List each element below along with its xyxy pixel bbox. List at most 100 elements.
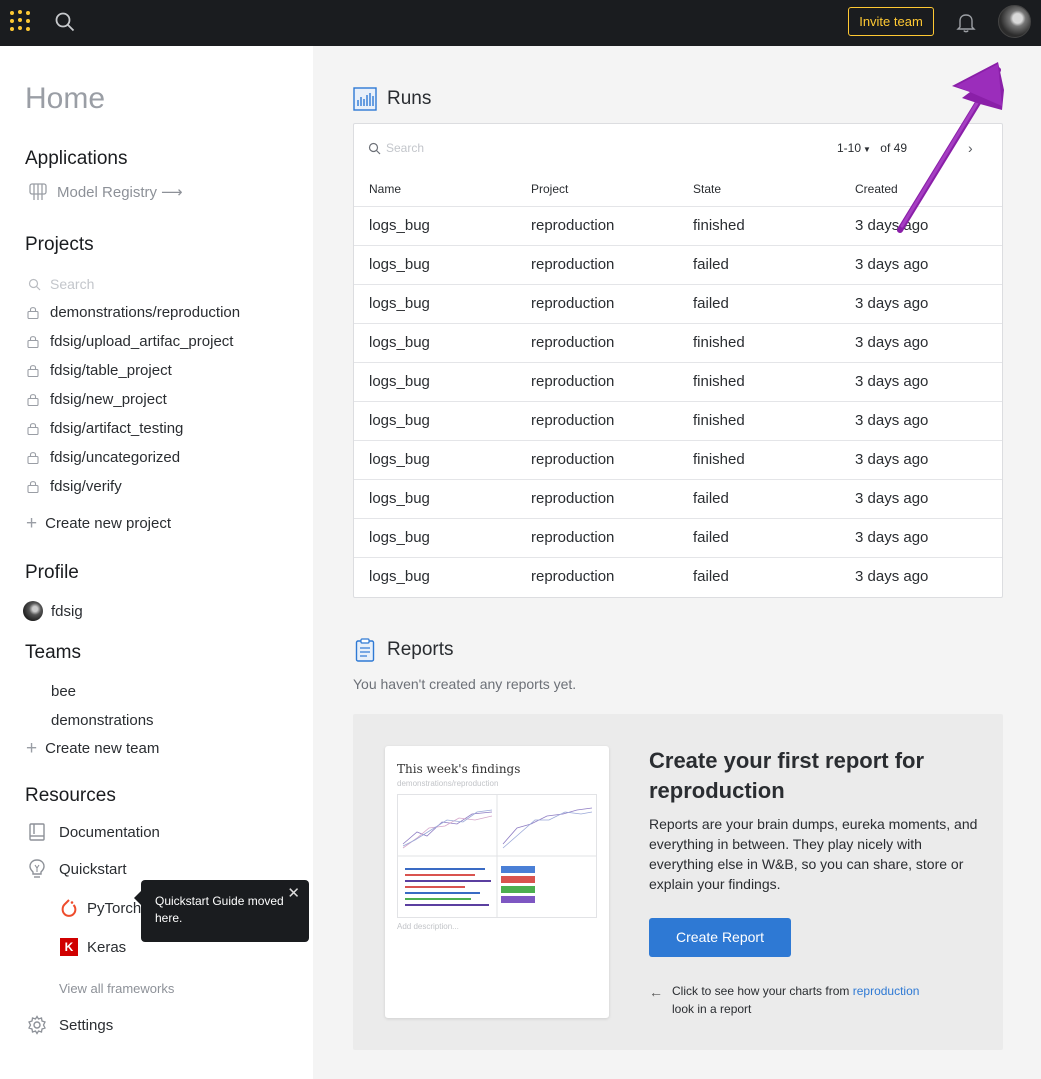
table-row[interactable]: logs_bug reproduction failed 3 days ago	[354, 558, 1002, 597]
quickstart-tooltip: Quickstart Guide moved here. ✕	[134, 880, 309, 942]
settings-link[interactable]: Settings	[27, 1015, 113, 1035]
lightbulb-icon	[29, 859, 45, 878]
runs-search-placeholder: Search	[386, 141, 425, 155]
run-name[interactable]: logs_bug	[369, 451, 430, 468]
project-item[interactable]: fdsig/uncategorized	[27, 449, 180, 466]
projects-heading: Projects	[25, 234, 94, 255]
create-project-label: Create new project	[45, 515, 172, 532]
run-state: finished	[693, 373, 745, 390]
column-header[interactable]: Project	[531, 182, 568, 196]
project-name: fdsig/upload_artifac_project	[50, 333, 234, 350]
arrow-left-icon: ←	[649, 984, 663, 1000]
column-header[interactable]: Name	[369, 182, 401, 196]
search-icon	[28, 278, 41, 290]
keras-link[interactable]: K Keras	[60, 938, 126, 956]
quickstart-link[interactable]: Quickstart	[27, 858, 127, 880]
settings-label: Settings	[59, 1016, 114, 1034]
next-page-button[interactable]: ›	[968, 140, 973, 156]
runs-heading: Runs	[387, 88, 432, 109]
run-state: finished	[693, 217, 745, 234]
project-item[interactable]: fdsig/verify	[27, 478, 122, 495]
table-row[interactable]: logs_bug reproduction failed 3 days ago	[354, 285, 1002, 324]
column-header[interactable]: State	[693, 182, 721, 196]
invite-team-button[interactable]: Invite team	[848, 7, 934, 36]
project-item[interactable]: fdsig/artifact_testing	[27, 420, 183, 437]
documentation-link[interactable]: Documentation	[27, 822, 160, 842]
caret-down-icon: ▼	[863, 145, 871, 154]
run-name[interactable]: logs_bug	[369, 490, 430, 507]
pytorch-icon	[61, 899, 77, 917]
table-row[interactable]: logs_bug reproduction failed 3 days ago	[354, 246, 1002, 285]
project-link[interactable]: reproduction	[853, 984, 920, 998]
lock-icon	[27, 394, 39, 406]
run-name[interactable]: logs_bug	[369, 412, 430, 429]
lock-icon	[27, 481, 39, 493]
page-range-dropdown[interactable]: 1-10 ▼	[837, 141, 871, 155]
team-item[interactable]: bee	[51, 683, 76, 700]
model-registry-label: Model Registry	[57, 183, 158, 201]
bell-icon[interactable]	[955, 11, 977, 33]
create-new-team-button[interactable]: + Create new team	[26, 738, 159, 759]
view-all-frameworks-link[interactable]: View all frameworks	[59, 981, 174, 996]
runs-search-input[interactable]: Search	[368, 141, 424, 155]
plus-icon: +	[26, 738, 38, 759]
table-row[interactable]: logs_bug reproduction finished 3 days ago	[354, 402, 1002, 441]
run-name[interactable]: logs_bug	[369, 529, 430, 546]
create-report-card: This week's findings demonstrations/repr…	[353, 714, 1003, 1050]
documentation-label: Documentation	[59, 823, 160, 841]
lock-icon	[27, 307, 39, 319]
project-item[interactable]: fdsig/upload_artifac_project	[27, 333, 233, 350]
runs-table: Search 1-10 ▼ of 49 › Name Project State …	[353, 123, 1003, 598]
run-state: failed	[693, 490, 729, 507]
wandb-logo-icon[interactable]	[7, 9, 33, 35]
resources-heading: Resources	[25, 785, 116, 806]
plus-icon: +	[26, 513, 38, 534]
column-header[interactable]: Created	[855, 182, 898, 196]
search-icon[interactable]	[54, 11, 76, 33]
team-item[interactable]: demonstrations	[51, 712, 154, 729]
reports-empty-text: You haven't created any reports yet.	[353, 676, 577, 692]
run-name[interactable]: logs_bug	[369, 256, 430, 273]
table-row[interactable]: logs_bug reproduction failed 3 days ago	[354, 519, 1002, 558]
run-name[interactable]: logs_bug	[369, 217, 430, 234]
run-state: failed	[693, 256, 729, 273]
hint-prefix: Click to see how your charts from	[672, 984, 853, 998]
run-created: 3 days ago	[855, 568, 929, 585]
table-row[interactable]: logs_bug reproduction finished 3 days ago	[354, 363, 1002, 402]
search-icon	[368, 142, 381, 154]
project-item[interactable]: demonstrations/reproduction	[27, 304, 240, 321]
report-preview-image: This week's findings demonstrations/repr…	[385, 746, 609, 1018]
lock-icon	[27, 365, 39, 377]
run-created: 3 days ago	[855, 295, 929, 312]
projects-search-placeholder: Search	[50, 276, 95, 292]
run-name[interactable]: logs_bug	[369, 568, 430, 585]
run-name[interactable]: logs_bug	[369, 373, 430, 390]
project-item[interactable]: fdsig/table_project	[27, 362, 172, 379]
run-name[interactable]: logs_bug	[369, 334, 430, 351]
create-report-heading: Create your first report for reproductio…	[649, 748, 925, 803]
table-row[interactable]: logs_bug reproduction finished 3 days ago	[354, 324, 1002, 363]
close-icon[interactable]: ✕	[287, 885, 300, 902]
run-name[interactable]: logs_bug	[369, 295, 430, 312]
reports-heading: Reports	[387, 639, 454, 660]
create-report-button[interactable]: Create Report	[649, 918, 791, 957]
profile-link[interactable]: fdsig	[23, 601, 83, 621]
run-state: failed	[693, 529, 729, 546]
create-new-project-button[interactable]: + Create new project	[26, 513, 172, 534]
pytorch-link[interactable]: PyTorch	[60, 898, 141, 918]
run-created: 3 days ago	[855, 373, 929, 390]
table-row[interactable]: logs_bug reproduction finished 3 days ago	[354, 441, 1002, 480]
reports-icon	[355, 638, 375, 662]
preview-description: Add description...	[397, 922, 459, 931]
run-project: reproduction	[531, 412, 615, 429]
project-item[interactable]: fdsig/new_project	[27, 391, 167, 408]
model-registry-link[interactable]: Model Registry ⟶	[29, 182, 183, 202]
run-state: finished	[693, 334, 745, 351]
gear-icon	[28, 1015, 46, 1035]
run-state: failed	[693, 295, 729, 312]
table-row[interactable]: logs_bug reproduction finished 3 days ago	[354, 207, 1002, 246]
page-total: of 49	[880, 141, 907, 155]
projects-search-input[interactable]: Search	[28, 276, 94, 292]
avatar[interactable]	[998, 5, 1031, 38]
table-row[interactable]: logs_bug reproduction failed 3 days ago	[354, 480, 1002, 519]
